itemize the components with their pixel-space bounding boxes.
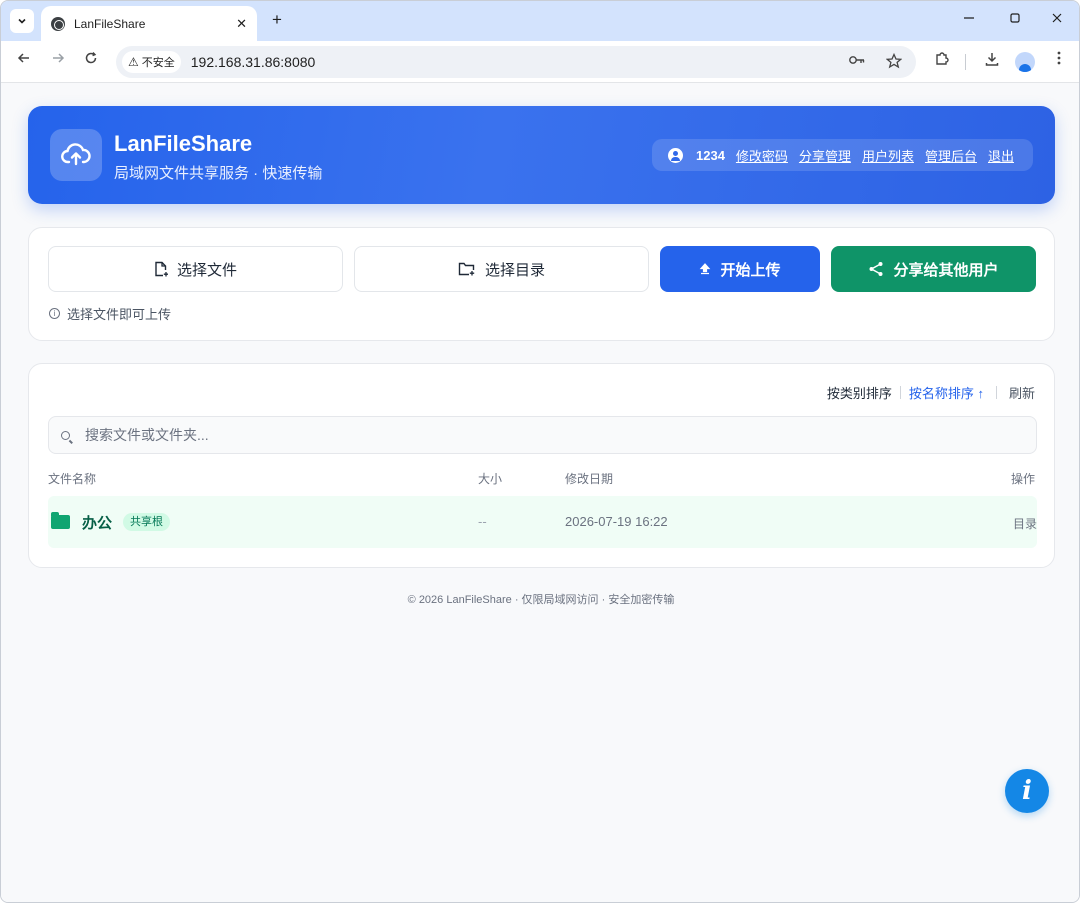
refresh-button[interactable]: 刷新 <box>1009 383 1035 402</box>
puzzle-icon <box>936 52 949 65</box>
share-to-users-button[interactable]: 分享给其他用户 <box>831 246 1036 292</box>
app-subtitle: 局域网文件共享服务 · 快速传输 <box>114 165 323 182</box>
cloud-upload-icon <box>50 129 102 181</box>
column-header-date: 修改日期 <box>565 472 614 486</box>
maximize-icon <box>1010 13 1020 23</box>
row-date: 2026-07-19 16:22 <box>565 514 668 529</box>
downloads-button[interactable] <box>981 51 1003 71</box>
close-window-button[interactable] <box>1047 11 1067 27</box>
back-button[interactable] <box>13 51 35 69</box>
globe-icon <box>51 16 65 31</box>
select-directory-label: 选择目录 <box>484 261 545 279</box>
reload-icon <box>85 52 97 64</box>
insecure-label: 不安全 <box>141 57 175 69</box>
row-action: 目录 <box>1012 517 1037 531</box>
sort-by-type-button[interactable]: 按类别排序 <box>827 383 892 402</box>
page-content: LanFileShare 局域网文件共享服务 · 快速传输 1234 修改密码 … <box>1 84 1079 902</box>
table-row[interactable]: 办公 共享根 -- 2026-07-19 16:22 目录 <box>48 496 1037 548</box>
header-banner: LanFileShare 局域网文件共享服务 · 快速传输 1234 修改密码 … <box>28 106 1055 204</box>
search-input[interactable] <box>85 427 985 443</box>
browser-toolbar: ⚠ 不安全 192.168.31.86:8080 <box>1 41 1079 83</box>
divider <box>899 386 901 399</box>
bookmark-star-icon[interactable] <box>886 53 902 69</box>
user-icon <box>668 147 683 163</box>
username: 1234 <box>696 147 725 163</box>
arrow-left-icon <box>17 53 29 63</box>
search-box <box>48 416 1037 454</box>
tab-strip: LanFileShare ✕ + <box>1 1 1079 41</box>
column-header-name: 文件名称 <box>48 472 97 486</box>
tab-search-button[interactable] <box>10 9 34 33</box>
start-upload-button[interactable]: 开始上传 <box>660 246 820 292</box>
change-password-link[interactable]: 修改密码 <box>736 146 788 165</box>
share-to-users-label: 分享给其他用户 <box>893 261 999 279</box>
upload-icon <box>700 263 711 275</box>
url-text: 192.168.31.86:8080 <box>190 54 316 70</box>
key-icon[interactable] <box>848 53 866 67</box>
kebab-menu-icon <box>1057 51 1061 65</box>
reload-button[interactable] <box>80 51 102 69</box>
search-icon <box>61 430 70 440</box>
info-icon: i <box>49 308 60 319</box>
tab-title: LanFileShare <box>74 16 146 31</box>
select-file-button[interactable]: 选择文件 <box>48 246 343 292</box>
tab-lanfileshare[interactable]: LanFileShare ✕ <box>41 6 257 41</box>
upload-hint-text: 选择文件即可上传 <box>67 307 172 322</box>
folder-add-icon <box>458 262 475 276</box>
profile-avatar-button[interactable] <box>1015 52 1035 72</box>
site-info-chip[interactable]: ⚠ 不安全 <box>122 51 181 73</box>
file-list-card: 按类别排序 按名称排序 ↑ 刷新 文件名称 大小 修改日期 操作 办公 共享根 … <box>28 363 1055 568</box>
address-bar[interactable]: ⚠ 不安全 192.168.31.86:8080 <box>116 46 916 78</box>
close-tab-button[interactable]: ✕ <box>236 16 247 32</box>
admin-panel-link[interactable]: 管理后台 <box>925 146 977 165</box>
status-badge: 共享根 <box>123 513 170 531</box>
browser-menu-button[interactable] <box>1048 51 1070 69</box>
share-icon <box>869 262 883 276</box>
row-name[interactable]: 办公 <box>82 512 112 533</box>
browser-window: LanFileShare ✕ + ⚠ 不安全 192.168.31.86:808… <box>0 0 1080 903</box>
minimize-icon <box>964 17 974 19</box>
toolbar-divider <box>965 54 966 70</box>
upload-hint: i 选择文件即可上传 <box>49 304 171 323</box>
maximize-button[interactable] <box>1005 11 1025 27</box>
user-bar: 1234 修改密码 分享管理 用户列表 管理后台 退出 <box>652 139 1033 171</box>
file-add-icon <box>155 261 168 277</box>
page-footer: © 2026 LanFileShare · 仅限局域网访问 · 安全加密传输 <box>407 594 675 606</box>
chevron-down-icon <box>18 18 26 24</box>
user-list-link[interactable]: 用户列表 <box>862 146 914 165</box>
close-icon <box>1052 13 1062 23</box>
app-title: LanFileShare <box>114 131 253 156</box>
sort-by-name-button[interactable]: 按名称排序 ↑ <box>909 383 984 402</box>
warning-icon: ⚠ <box>128 55 139 69</box>
logout-link[interactable]: 退出 <box>988 146 1014 165</box>
extensions-button[interactable] <box>931 51 953 71</box>
divider <box>995 386 997 399</box>
share-management-link[interactable]: 分享管理 <box>799 146 851 165</box>
select-directory-button[interactable]: 选择目录 <box>354 246 649 292</box>
new-tab-button[interactable]: + <box>267 10 287 30</box>
folder-icon <box>51 512 70 529</box>
person-icon <box>1019 64 1031 72</box>
minimize-button[interactable] <box>959 11 979 27</box>
row-size: -- <box>478 514 487 529</box>
sort-bar: 按类别排序 按名称排序 ↑ 刷新 <box>827 383 1035 402</box>
download-icon <box>985 53 999 66</box>
select-file-label: 选择文件 <box>176 261 237 279</box>
forward-button[interactable] <box>47 51 69 69</box>
upload-card: 选择文件 选择目录 开始上传 分享给其他用户 i 选择文件即可上传 <box>28 227 1055 341</box>
column-header-size: 大小 <box>478 472 503 486</box>
info-floating-button[interactable]: i <box>1005 769 1049 813</box>
column-header-action: 操作 <box>1010 472 1035 486</box>
arrow-right-icon <box>53 53 65 63</box>
start-upload-label: 开始上传 <box>720 261 781 279</box>
